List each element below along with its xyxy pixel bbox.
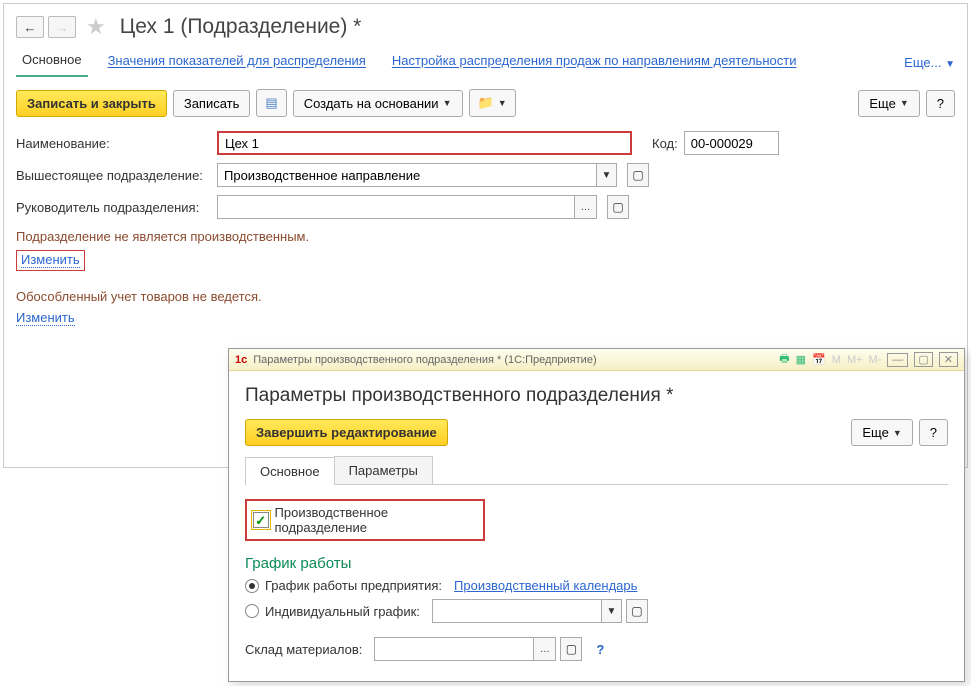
grid-icon[interactable]: ▦ <box>796 353 806 366</box>
schedule-company-row: График работы предприятия: Производствен… <box>245 578 948 593</box>
schedule-section-title: График работы <box>245 555 948 572</box>
toolbar: Записать и закрыть Записать ▤ Создать на… <box>16 89 955 117</box>
popup-window: 1c Параметры производственного подраздел… <box>228 348 965 682</box>
folder-dropdown-button[interactable]: 📁 ▼ <box>469 89 516 117</box>
popup-more-button[interactable]: Еще ▼ <box>851 419 912 446</box>
popup-tab-main[interactable]: Основное <box>245 457 335 485</box>
popup-titlebar-text: Параметры производственного подразделени… <box>253 354 596 366</box>
change-production-link[interactable]: Изменить <box>21 252 80 268</box>
minimize-icon[interactable]: — <box>887 353 908 367</box>
schedule-individual-label: Индивидуальный график: <box>265 604 420 619</box>
create-based-on-button[interactable]: Создать на основании ▼ <box>293 90 463 117</box>
head-select-button[interactable]: … <box>575 195 597 219</box>
popup-tab-params[interactable]: Параметры <box>334 456 433 484</box>
head-input[interactable] <box>217 195 575 219</box>
finish-button[interactable]: Завершить редактирование <box>245 419 448 446</box>
popup-titlebar: 1c Параметры производственного подраздел… <box>229 349 964 371</box>
check-icon: ✓ <box>255 514 266 527</box>
popup-body: Параметры производственного подразделени… <box>229 371 964 683</box>
materials-row: Склад материалов: … ▢ ? <box>245 637 948 661</box>
popup-title: Параметры производственного подразделени… <box>245 385 948 407</box>
m-icon[interactable]: M <box>832 354 841 366</box>
chevron-down-icon: ▼ <box>893 428 902 438</box>
parent-open-button[interactable]: ▢ <box>627 163 649 187</box>
individual-schedule-input[interactable] <box>432 599 602 623</box>
tabs-more[interactable]: Еще... ▼ <box>904 55 955 70</box>
materials-select-button[interactable]: … <box>534 637 556 661</box>
nav-back-button[interactable]: ← <box>16 16 44 38</box>
individual-schedule-open[interactable]: ▢ <box>626 599 648 623</box>
parent-dropdown-button[interactable]: ▼ <box>597 163 617 187</box>
code-input[interactable] <box>684 131 779 155</box>
schedule-company-radio[interactable] <box>245 579 259 593</box>
help-button[interactable]: ? <box>926 90 955 117</box>
schedule-individual-radio[interactable] <box>245 604 259 618</box>
header-row: ← → ★ Цех 1 (Подразделение) * <box>16 14 955 40</box>
materials-help-icon[interactable]: ? <box>596 642 604 657</box>
production-checkbox-label: Производственное подразделение <box>275 505 477 535</box>
materials-input[interactable] <box>374 637 534 661</box>
chevron-down-icon: ▼ <box>945 59 955 70</box>
save-and-close-button[interactable]: Записать и закрыть <box>16 90 167 117</box>
chevron-down-icon: ▼ <box>498 98 507 108</box>
change-production-box: Изменить <box>16 250 85 271</box>
save-button[interactable]: Записать <box>173 90 251 117</box>
popup-tabs: Основное Параметры <box>245 456 948 485</box>
tab-indicators[interactable]: Значения показателей для распределения <box>102 49 372 76</box>
not-production-text: Подразделение не является производственн… <box>16 229 955 244</box>
tab-sales[interactable]: Настройка распределения продаж по направ… <box>386 49 803 76</box>
change-separate-link[interactable]: Изменить <box>16 310 75 326</box>
individual-schedule-dropdown[interactable]: ▼ <box>602 599 622 623</box>
code-label: Код: <box>652 136 678 151</box>
production-checkbox-row: ✓ Производственное подразделение <box>245 499 485 541</box>
name-label: Наименование: <box>16 136 211 151</box>
tabs-row: Основное Значения показателей для распре… <box>16 48 955 77</box>
maximize-icon[interactable]: ▢ <box>914 352 932 367</box>
m-plus-icon[interactable]: M+ <box>847 354 863 366</box>
parent-row: Вышестоящее подразделение: ▼ ▢ <box>16 163 955 187</box>
app-logo-icon: 1c <box>235 354 247 366</box>
schedule-company-label: График работы предприятия: <box>265 578 442 593</box>
production-checkbox[interactable]: ✓ <box>253 512 269 528</box>
calendar-icon[interactable]: 📅 <box>812 353 826 366</box>
materials-label: Склад материалов: <box>245 642 362 657</box>
materials-open-button[interactable]: ▢ <box>560 637 582 661</box>
star-icon[interactable]: ★ <box>86 14 106 40</box>
schedule-individual-row: Индивидуальный график: ▼ ▢ <box>245 599 948 623</box>
close-icon[interactable]: ✕ <box>939 352 958 367</box>
head-label: Руководитель подразделения: <box>16 200 211 215</box>
list-icon-button[interactable]: ▤ <box>256 89 286 117</box>
nav-forward-button[interactable]: → <box>48 16 76 38</box>
chevron-down-icon: ▼ <box>900 98 909 108</box>
production-calendar-link[interactable]: Производственный календарь <box>454 578 637 593</box>
head-open-button[interactable]: ▢ <box>607 195 629 219</box>
no-separate-text: Обособленный учет товаров не ведется. <box>16 289 955 304</box>
parent-label: Вышестоящее подразделение: <box>16 168 211 183</box>
popup-help-button[interactable]: ? <box>919 419 948 446</box>
name-input[interactable] <box>217 131 632 155</box>
head-row: Руководитель подразделения: … ▢ <box>16 195 955 219</box>
tab-main[interactable]: Основное <box>16 48 88 77</box>
chevron-down-icon: ▼ <box>443 98 452 108</box>
parent-input[interactable] <box>217 163 597 187</box>
m-minus-icon[interactable]: M- <box>869 354 882 366</box>
print-icon[interactable]: 🖶 <box>779 350 789 369</box>
name-row: Наименование: Код: <box>16 131 955 155</box>
page-title: Цех 1 (Подразделение) * <box>120 15 362 39</box>
popup-toolbar: Завершить редактирование Еще ▼ ? <box>245 419 948 446</box>
more-button[interactable]: Еще ▼ <box>858 90 919 117</box>
